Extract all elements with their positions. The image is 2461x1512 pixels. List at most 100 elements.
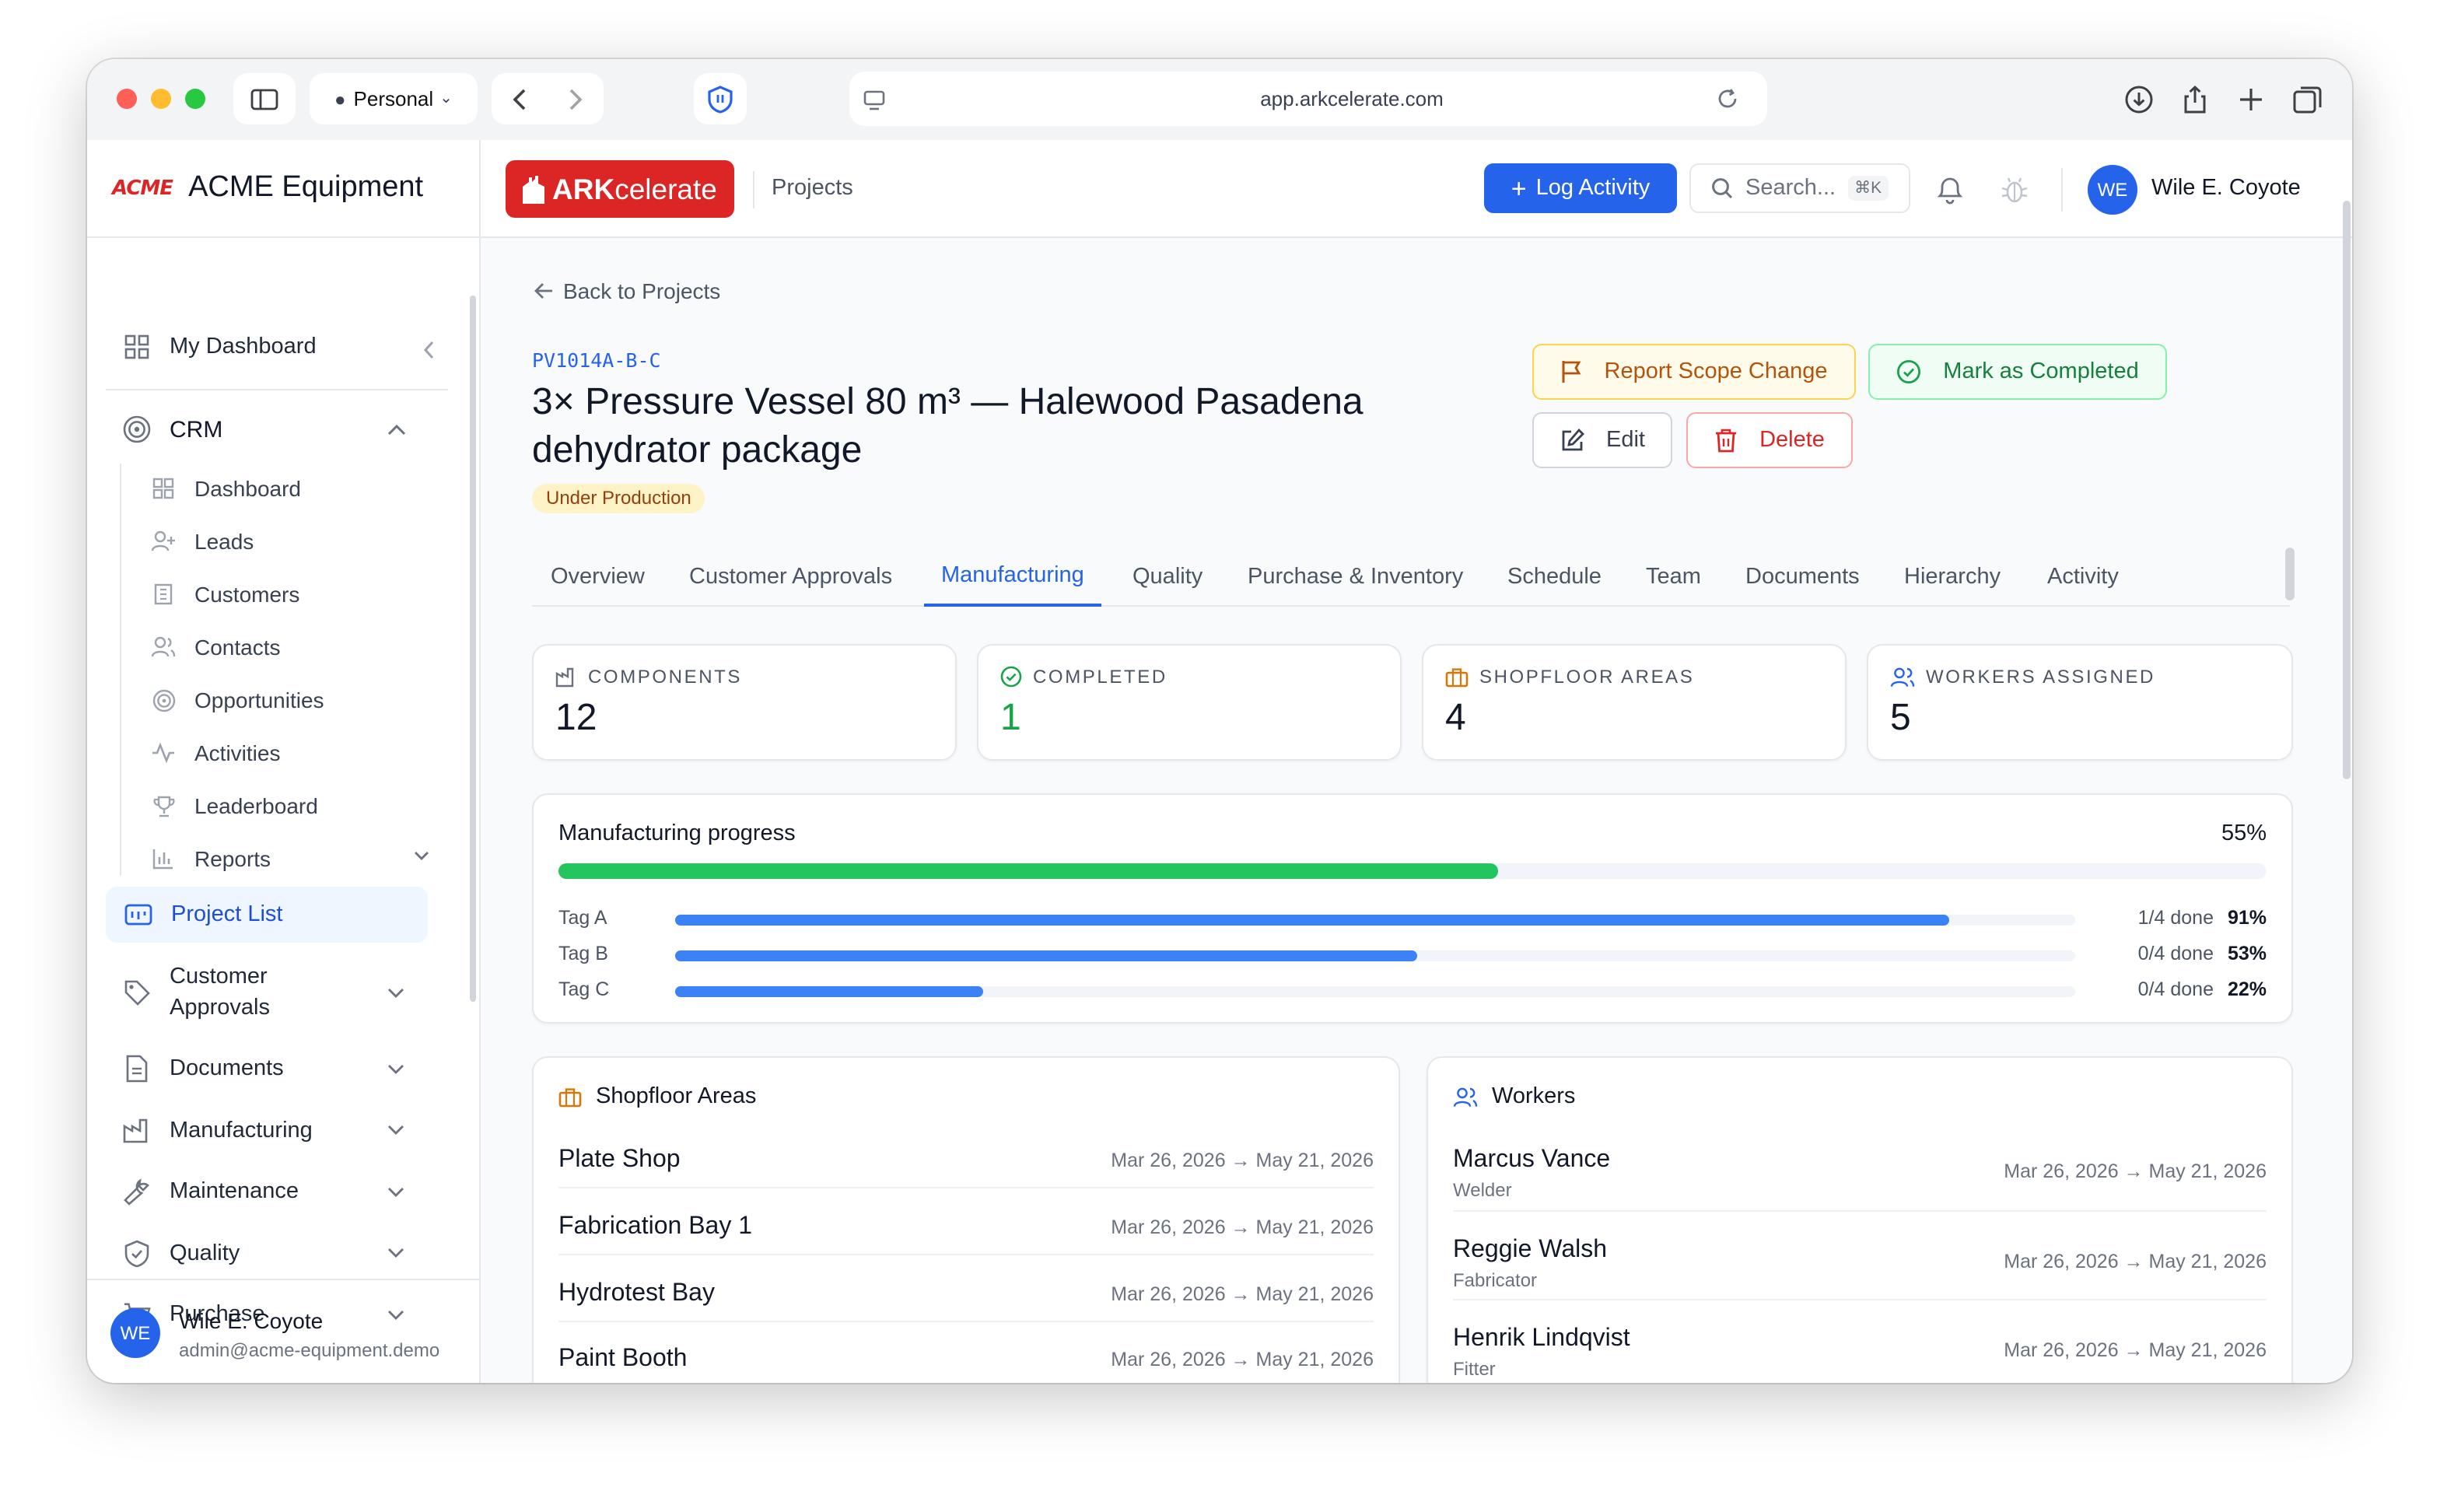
sidebar-item-crm-dashboard[interactable]: Dashboard — [151, 476, 301, 501]
sidebar-group-documents[interactable]: Documents — [123, 1055, 284, 1083]
log-activity-button[interactable]: + Log Activity — [1484, 163, 1677, 213]
worker-row[interactable]: Reggie Walsh Fabricator Mar 26, 2026 → M… — [1428, 1223, 2291, 1304]
briefcase-icon — [558, 1087, 582, 1107]
sidebar-group-manufacturing[interactable]: Manufacturing — [123, 1117, 313, 1145]
worker-row[interactable]: Marcus Vance Welder Mar 26, 2026 → May 2… — [1428, 1132, 2291, 1213]
bell-icon[interactable] — [1935, 174, 1965, 205]
sidebar-item-customers[interactable]: Customers — [151, 582, 299, 607]
plus-icon: + — [1511, 173, 1527, 203]
tag-percent: 22% — [2227, 978, 2267, 1000]
sidebar-item-contacts[interactable]: Contacts — [151, 635, 281, 660]
back-to-projects-link[interactable]: Back to Projects — [534, 278, 720, 303]
progress-title: Manufacturing progress — [558, 821, 796, 846]
arkcelerate-logo[interactable]: ARK celerate — [506, 160, 734, 218]
reload-icon[interactable] — [1716, 87, 1739, 110]
tab-hierarchy[interactable]: Hierarchy — [1904, 548, 2001, 607]
sidebar-item-leaderboard[interactable]: Leaderboard — [151, 793, 318, 818]
worker-name: Henrik Lindqvist — [1453, 1325, 1630, 1352]
tab-label: Documents — [1745, 565, 1860, 590]
worker-row[interactable]: Henrik Lindqvist Fitter Mar 26, 2026 → M… — [1428, 1311, 2291, 1383]
tab-documents[interactable]: Documents — [1745, 548, 1860, 607]
shopfloor-name: Paint Booth — [558, 1346, 688, 1372]
chevron-down-icon[interactable] — [387, 988, 404, 999]
report-scope-change-button[interactable]: Report Scope Change — [1532, 344, 1856, 400]
global-search[interactable]: Search... ⌘K — [1689, 163, 1910, 213]
tab-overview[interactable]: Overview — [551, 548, 645, 607]
sidebar-item-activities[interactable]: Activities — [151, 740, 280, 765]
profile-switcher[interactable]: ● Personal ⌄ — [310, 73, 478, 124]
sidebar-group-maintenance[interactable]: Maintenance — [123, 1178, 299, 1206]
tabs-scrollbar[interactable] — [2285, 548, 2295, 600]
report-scope-change-label: Report Scope Change — [1604, 359, 1828, 384]
factory-icon — [555, 667, 574, 687]
sidebar-group-customer-approvals[interactable]: Customer Approvals — [123, 961, 403, 1024]
worker-role: Fitter — [1453, 1358, 1496, 1380]
url-text: app.arkcelerate.com — [1260, 87, 1444, 110]
address-bar[interactable]: app.arkcelerate.com — [849, 72, 1767, 126]
user-email: admin@acme-equipment.demo — [179, 1339, 440, 1361]
back-arrow-icon[interactable] — [512, 86, 527, 111]
sidebar-item-leads[interactable]: Leads — [151, 529, 254, 554]
tab-schedule[interactable]: Schedule — [1507, 548, 1602, 607]
worker-dates: Mar 26, 2026 → May 21, 2026 — [2004, 1160, 2267, 1182]
chevron-down-icon[interactable] — [387, 1064, 404, 1075]
close-window-button[interactable] — [117, 89, 137, 109]
tab-overview-icon[interactable] — [2288, 81, 2326, 118]
sidebar-item-opportunities[interactable]: Opportunities — [151, 688, 324, 712]
chevron-up-icon[interactable] — [387, 423, 406, 436]
shopfloor-row[interactable]: Paint Booth Mar 26, 2026 → May 21, 2026 — [534, 1332, 1399, 1383]
mark-completed-button[interactable]: Mark as Completed — [1868, 344, 2167, 400]
bug-icon[interactable] — [2001, 174, 2029, 205]
stat-value: 12 — [555, 697, 597, 739]
sidebar-item-label: Dashboard — [194, 476, 301, 501]
sidebar-group-quality[interactable]: Quality — [123, 1240, 240, 1268]
download-icon[interactable] — [2120, 81, 2158, 118]
tag-percent: 53% — [2227, 943, 2267, 964]
sidebar-toggle-button[interactable] — [233, 73, 296, 124]
sidebar-item-my-dashboard[interactable]: My Dashboard — [123, 333, 450, 361]
chevron-down-icon[interactable] — [387, 1248, 404, 1258]
sidebar-item-project-list[interactable]: Project List — [106, 887, 428, 943]
avatar[interactable]: WE — [2088, 165, 2137, 215]
tab-customer-approvals[interactable]: Customer Approvals — [689, 548, 892, 607]
company-brand[interactable]: ACME ACME Equipment — [87, 140, 481, 238]
tab-quality[interactable]: Quality — [1132, 548, 1202, 607]
tab-activity[interactable]: Activity — [2047, 548, 2119, 607]
sidebar-item-reports[interactable]: Reports — [151, 846, 271, 871]
wrench-icon — [123, 1178, 151, 1206]
sidebar-group-label: Documents — [170, 1056, 284, 1081]
sidebar-item-label: Leads — [194, 529, 254, 554]
sidebar-user-card[interactable]: WE Wile E. Coyote admin@acme-equipment.d… — [87, 1279, 481, 1383]
collapse-sidebar-icon[interactable] — [423, 341, 436, 359]
search-shortcut-badge: ⌘K — [1848, 176, 1889, 201]
tab-manufacturing[interactable]: Manufacturing — [924, 548, 1101, 607]
tag-progress-fill — [675, 950, 1417, 961]
tag-name: Tag C — [558, 978, 610, 1000]
briefcase-icon — [1445, 667, 1469, 687]
stat-label: WORKERS ASSIGNED — [1926, 666, 2155, 688]
breadcrumb[interactable]: Projects — [772, 176, 853, 201]
stat-card-workers-assigned: WORKERS ASSIGNED 5 — [1867, 644, 2293, 761]
tab-purchase-inventory[interactable]: Purchase & Inventory — [1248, 548, 1463, 607]
forward-arrow-icon[interactable] — [568, 86, 583, 111]
stat-value: 4 — [1445, 697, 1466, 739]
sidebar-scrollbar[interactable] — [470, 296, 476, 1002]
edit-button[interactable]: Edit — [1532, 412, 1672, 468]
tag-progress-row: Tag C 0/4 done 22% — [534, 978, 2291, 1006]
sidebar-item-label: Customers — [194, 582, 300, 607]
tab-team[interactable]: Team — [1646, 548, 1701, 607]
minimize-window-button[interactable] — [151, 89, 171, 109]
workers-card: Workers Marcus Vance Welder Mar 26, 2026… — [1427, 1056, 2293, 1383]
sidebar-group-label: Customer Approvals — [170, 964, 270, 1020]
new-tab-icon[interactable] — [2232, 81, 2270, 118]
chevron-down-icon[interactable] — [387, 1187, 404, 1198]
password-manager-button[interactable] — [694, 73, 747, 124]
delete-button[interactable]: Delete — [1686, 412, 1853, 468]
share-icon[interactable] — [2176, 81, 2214, 118]
zoom-window-button[interactable] — [185, 89, 205, 109]
topbar-user-name[interactable]: Wile E. Coyote — [2151, 176, 2301, 201]
main-scrollbar[interactable] — [2343, 201, 2351, 779]
chevron-down-icon[interactable] — [387, 1125, 404, 1136]
chevron-down-icon[interactable] — [414, 851, 429, 862]
crm-tree-line — [120, 464, 121, 876]
